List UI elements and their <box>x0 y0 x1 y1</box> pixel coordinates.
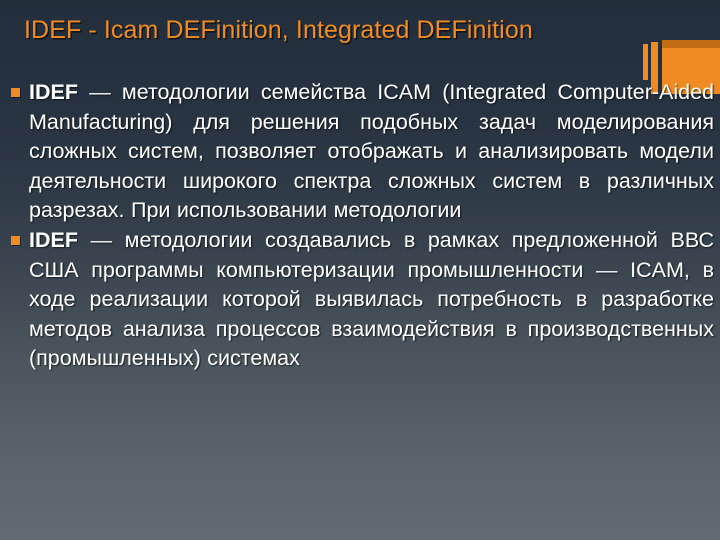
bullet-lead-term: IDEF <box>29 80 78 104</box>
bullet-paragraph: IDEF — методологии семейства ICAM (Integ… <box>8 78 714 226</box>
bullet-lead-term: IDEF <box>29 227 78 252</box>
bullet-body-text: — методологии создавались в рамках предл… <box>29 227 714 371</box>
orange-square-bullet-icon <box>11 88 20 97</box>
slide-title: IDEF - Icam DEFinition, Integrated DEFin… <box>24 16 533 44</box>
presentation-slide: IDEF - Icam DEFinition, Integrated DEFin… <box>0 0 720 540</box>
accent-bar-short <box>643 44 648 80</box>
orange-square-bullet-icon <box>11 235 20 245</box>
bullet-body-text: — методологии семейства ICAM (Integrated… <box>29 80 714 223</box>
slide-body: IDEF — методологии семейства ICAM (Integ… <box>8 78 714 374</box>
bullet-paragraph: IDEF — методологии создавались в рамках … <box>8 226 714 374</box>
